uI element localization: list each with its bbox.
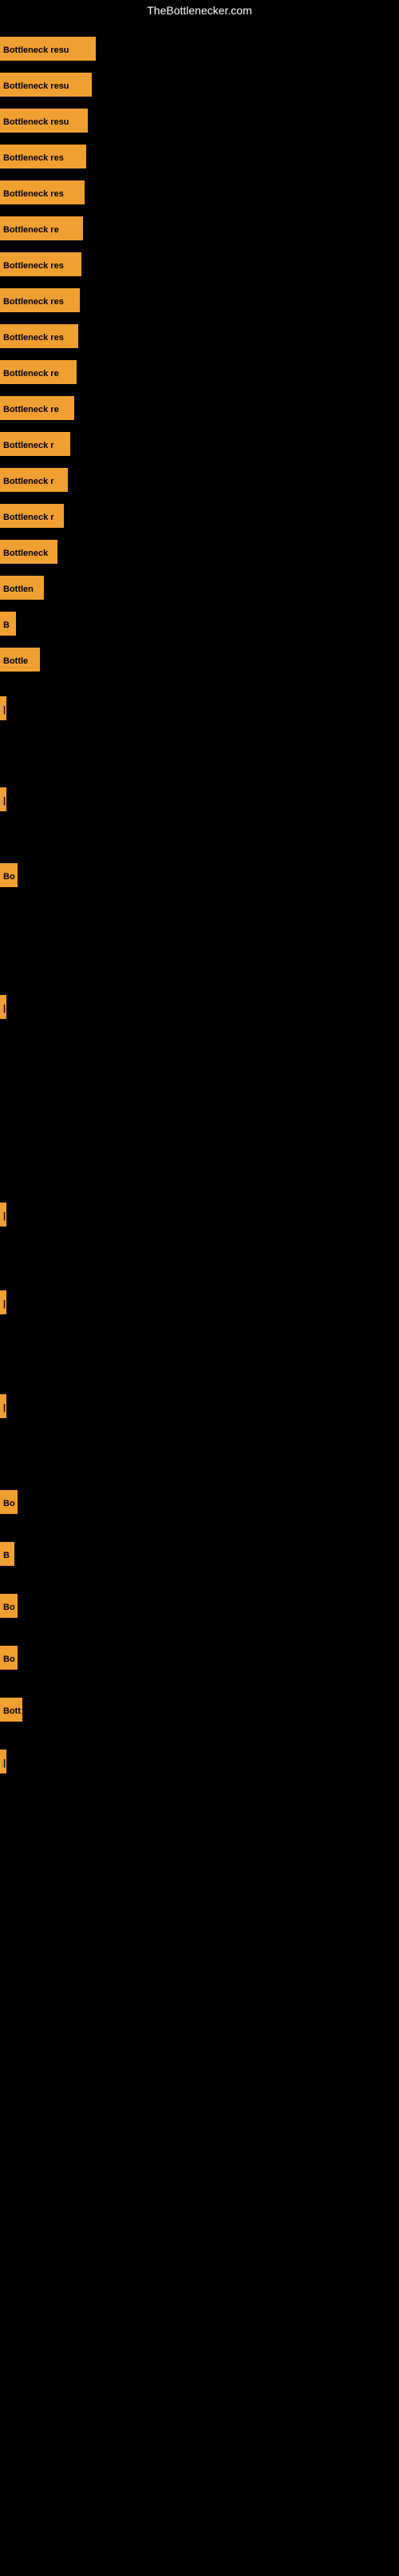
bar-item-20: | (0, 787, 4, 811)
bar-label-22: | (0, 995, 6, 1019)
bar-item-13: Bottleneck r (0, 468, 68, 492)
bar-item-28: Bo (0, 1594, 18, 1618)
bar-label-14: Bottleneck r (0, 504, 64, 528)
bar-item-19: | (0, 696, 4, 720)
bar-item-9: Bottleneck res (0, 324, 78, 348)
bar-label-28: Bo (0, 1594, 18, 1618)
bar-item-12: Bottleneck r (0, 432, 70, 456)
bar-label-3: Bottleneck resu (0, 109, 88, 133)
bar-item-10: Bottleneck re (0, 360, 77, 384)
bar-item-1: Bottleneck resu (0, 37, 96, 61)
bar-label-5: Bottleneck res (0, 180, 85, 204)
bar-item-6: Bottleneck re (0, 216, 83, 240)
bar-item-24: | (0, 1290, 4, 1314)
bar-label-29: Bo (0, 1646, 18, 1670)
bar-item-5: Bottleneck res (0, 180, 85, 204)
bar-label-23: | (0, 1203, 6, 1227)
bar-label-24: | (0, 1290, 6, 1314)
bar-label-25: | (0, 1394, 6, 1418)
bar-label-11: Bottleneck re (0, 396, 74, 420)
bar-item-4: Bottleneck res (0, 145, 86, 168)
bar-label-17: B (0, 612, 16, 636)
bar-item-30: Bott (0, 1698, 22, 1722)
bar-label-27: B (0, 1542, 14, 1566)
bar-item-22: | (0, 995, 4, 1019)
bar-label-7: Bottleneck res (0, 252, 81, 276)
bar-item-25: | (0, 1394, 4, 1418)
bar-label-15: Bottleneck (0, 540, 57, 564)
bar-item-21: Bo (0, 863, 18, 887)
bar-item-2: Bottleneck resu (0, 73, 92, 97)
bar-label-18: Bottle (0, 648, 40, 672)
bar-item-3: Bottleneck resu (0, 109, 88, 133)
bar-label-31: | (0, 1750, 6, 1773)
bar-label-20: | (0, 787, 6, 811)
bar-item-17: B (0, 612, 16, 636)
bar-label-12: Bottleneck r (0, 432, 70, 456)
bar-item-7: Bottleneck res (0, 252, 81, 276)
bar-label-10: Bottleneck re (0, 360, 77, 384)
bar-item-29: Bo (0, 1646, 18, 1670)
bar-item-11: Bottleneck re (0, 396, 74, 420)
bar-label-1: Bottleneck resu (0, 37, 96, 61)
bar-item-26: Bo (0, 1490, 18, 1514)
bar-label-9: Bottleneck res (0, 324, 78, 348)
bar-item-16: Bottlen (0, 576, 44, 600)
bar-label-2: Bottleneck resu (0, 73, 92, 97)
bar-label-8: Bottleneck res (0, 288, 80, 312)
bar-item-18: Bottle (0, 648, 40, 672)
bar-label-19: | (0, 696, 6, 720)
bar-item-31: | (0, 1750, 4, 1773)
bar-item-27: B (0, 1542, 14, 1566)
bar-label-13: Bottleneck r (0, 468, 68, 492)
bar-label-6: Bottleneck re (0, 216, 83, 240)
bar-item-8: Bottleneck res (0, 288, 80, 312)
bar-label-30: Bott (0, 1698, 22, 1722)
site-title: TheBottlenecker.com (0, 0, 399, 21)
bar-label-16: Bottlen (0, 576, 44, 600)
bar-item-14: Bottleneck r (0, 504, 64, 528)
bar-label-26: Bo (0, 1490, 18, 1514)
bar-item-15: Bottleneck (0, 540, 57, 564)
bar-label-21: Bo (0, 863, 18, 887)
bar-item-23: | (0, 1203, 4, 1227)
bar-label-4: Bottleneck res (0, 145, 86, 168)
